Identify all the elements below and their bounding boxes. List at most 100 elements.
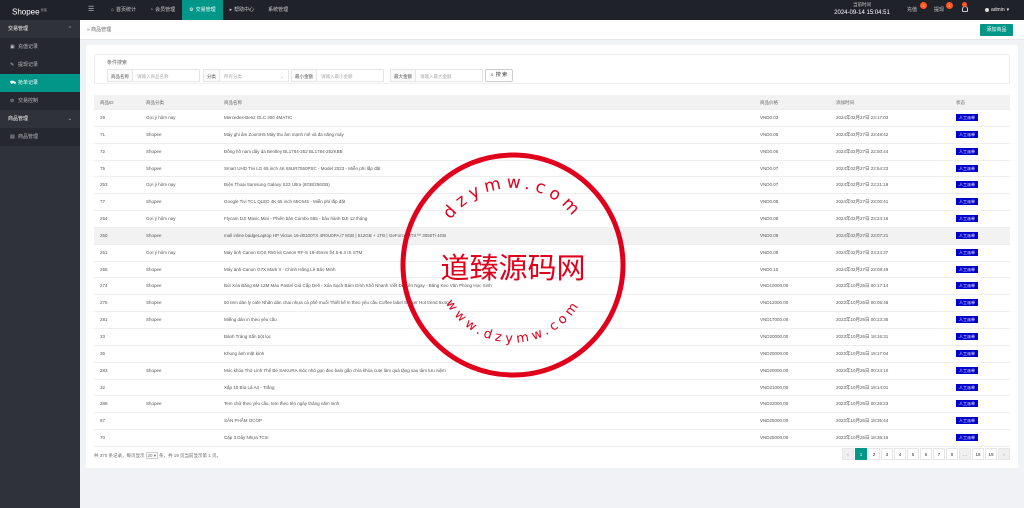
- page-button[interactable]: 8: [946, 448, 958, 460]
- page-size-select[interactable]: 20 ▾: [145, 452, 159, 459]
- table-cell: 77: [100, 199, 106, 205]
- table-row[interactable]: 33 Bánh Tráng Sắn bột lọc VND20000.00 2023年…: [94, 329, 1010, 346]
- add-goods-button[interactable]: 添加商品: [980, 24, 1013, 36]
- table-cell: 253: [100, 182, 108, 188]
- topnav-label: 系统管理: [268, 7, 289, 13]
- status-cell: 人工派单: [956, 211, 1006, 227]
- table-cell: VND0.08: [760, 199, 779, 205]
- table-cell: 2023年10月26日 18:14:01: [836, 384, 889, 390]
- status-cell: 人工派单: [956, 312, 1006, 328]
- search-panel: 条件搜索 商品名称 请输入商品名称 分类 所有分类 ⌄ 最小金额 请输入最小金额 …: [94, 54, 1010, 84]
- max-amount-input[interactable]: 请输入最大金额: [415, 69, 483, 82]
- table-cell: 36: [100, 350, 106, 356]
- page-button[interactable]: 1: [855, 448, 867, 460]
- page-button[interactable]: 5: [907, 448, 919, 460]
- page-button[interactable]: 7: [933, 448, 945, 460]
- status-cell: 人工派单: [956, 413, 1006, 429]
- table-cell: VND0.09: [760, 232, 779, 238]
- table-row[interactable]: 254 Gợi ý hôm nay Flycam DJI Mavic Mini - …: [94, 211, 1010, 228]
- breadcrumb-label[interactable]: 商品管理: [91, 27, 111, 33]
- table-cell: Điện Thoại Samsung Galaxy S23 Ultra (8GB…: [224, 182, 330, 188]
- table-row[interactable]: 75 Shopee Smart UHD Tivi LG 65 inch 4K 65U…: [94, 161, 1010, 178]
- table-cell: 2024年02月27日 23:00:41: [836, 199, 889, 205]
- prev-page-button[interactable]: ‹: [842, 448, 854, 460]
- recharge-link[interactable]: 充值: [907, 0, 917, 20]
- table-cell: 2024年02月27日 23:17:03: [836, 115, 889, 120]
- column-header[interactable]: 商品ID: [100, 95, 140, 110]
- status-badge: 人工派单: [956, 332, 978, 340]
- table-cell: 71: [100, 131, 106, 137]
- sidebar-item-orders[interactable]: ⛟ 抢单记录: [0, 74, 80, 92]
- sidebar-group-goods[interactable]: 商品管理 ⌄: [0, 110, 80, 128]
- status-badge: 人工派单: [956, 181, 978, 189]
- page-button[interactable]: 4: [894, 448, 906, 460]
- status-badge: 人工派单: [956, 215, 978, 223]
- table-cell: VND20000.00: [760, 350, 789, 356]
- status-badge: 人工派单: [956, 248, 978, 256]
- table-cell: VND21000.00: [760, 384, 789, 390]
- table-cell: 2024年02月27日 22:50:44: [836, 148, 889, 154]
- table-cell: 2023年10月26日 00:24:10: [836, 367, 889, 373]
- table-row[interactable]: 283 Shopee Móc khóa Thỏ Linh Thể Bé SAKURA…: [94, 363, 1010, 380]
- page-button[interactable]: 18: [972, 448, 984, 460]
- sidebar-group-label: 交易管理: [8, 26, 29, 32]
- table-cell: VND25000.00: [760, 435, 789, 441]
- table-row[interactable]: 77 Shopee Google Tivi TCL QLED 4K 65 inch …: [94, 194, 1010, 212]
- name-label: 商品名称: [107, 69, 132, 82]
- sidebar-group-trade[interactable]: 交易管理 ⌃: [0, 20, 80, 38]
- table-cell: Gợi ý hôm nay: [146, 115, 176, 120]
- category-select[interactable]: 所有分类 ⌄: [219, 69, 289, 82]
- column-header[interactable]: 状态: [956, 95, 1006, 110]
- sidebar-item-withdraw[interactable]: ✎ 提现记录: [0, 56, 80, 74]
- control-icon: ⊘: [10, 98, 15, 104]
- topnav-trade[interactable]: ⚙ 交易管理: [182, 0, 223, 20]
- min-amount-input[interactable]: 请输入最小金额: [316, 69, 384, 82]
- column-header[interactable]: 添加时间: [836, 95, 946, 110]
- next-page-button[interactable]: ›: [998, 448, 1010, 460]
- status-cell: 人工派单: [956, 295, 1006, 311]
- search-button[interactable]: ⌕ 搜 索: [485, 69, 513, 82]
- topnav-members[interactable]: ◔ 会员管理: [143, 0, 182, 20]
- withdraw-link[interactable]: 提现: [934, 0, 944, 20]
- page-button[interactable]: 6: [920, 448, 932, 460]
- table-row[interactable]: 36 Khung ảnh mặt kính VND20000.00 2023年10月2…: [94, 346, 1010, 363]
- settings-icon: ⚙: [189, 7, 194, 13]
- user-menu[interactable]: admin ▾: [985, 0, 1009, 20]
- topnav-system[interactable]: 系统管理: [261, 0, 295, 20]
- sidebar-item-goods[interactable]: ▤ 商品管理: [0, 128, 80, 146]
- table-row[interactable]: 274 Shopee Bút Xóa Băng 6M 12M Màu Pastel …: [94, 278, 1010, 296]
- table-cell: 50 tem dán ly cafe Nhãn dán chai nhựa cà…: [224, 300, 452, 306]
- table-cell: 2024年02月27日 23:08:49: [836, 266, 889, 272]
- table-row[interactable]: 253 Gợi ý hôm nay Điện Thoại Samsung Galax…: [94, 177, 1010, 195]
- table-row[interactable]: 72 Shopee Đồng hồ nam dây da Bentley BL178…: [94, 144, 1010, 161]
- sidebar-item-control[interactable]: ⊘ 交易控制: [0, 92, 80, 110]
- table-row[interactable]: 276 Shopee 50 tem dán ly cafe Nhãn dán cha…: [94, 295, 1010, 313]
- page-button[interactable]: 2: [868, 448, 880, 460]
- table-row[interactable]: 281 Shopee Miếng dán in theo yêu cầu VND170…: [94, 312, 1010, 329]
- table-row[interactable]: 251 Gợi ý hôm nay Máy ảnh Canon EOS R50 ki…: [94, 245, 1010, 262]
- table-row[interactable]: 250 Shopee mall inline badgeLaptop HP Vict…: [94, 227, 1010, 245]
- name-input[interactable]: 请输入商品名称: [132, 69, 200, 82]
- table-row[interactable]: 67 SẢN PHẨM OCOP VND25000.00 2023年10月26日 18…: [94, 413, 1010, 431]
- page-button[interactable]: 3: [881, 448, 893, 460]
- topnav-home[interactable]: ⌂ 首页统计: [104, 0, 143, 20]
- table-row[interactable]: 71 Shopee Máy ghi âm ZoomH5 Máy thu âm mạn…: [94, 127, 1010, 144]
- status-cell: 人工派单: [956, 194, 1006, 210]
- topnav-help[interactable]: ▸ 帮助中心: [223, 0, 262, 20]
- page-button[interactable]: 19: [985, 448, 997, 460]
- table-row[interactable]: 70 Cặp 3 Dây Nhựa 7Cm VND25000.00 2023年10月2…: [94, 430, 1010, 447]
- column-header[interactable]: 商品价格: [760, 95, 830, 110]
- app-logo[interactable]: Shopee管理: [0, 0, 80, 20]
- table-cell: 2023年10月26日 18:35:44: [836, 418, 889, 424]
- menu-toggle-icon[interactable]: ☰: [88, 5, 94, 15]
- table-row[interactable]: 29 Gợi ý hôm nay Mercedes-Benz GLC 300 4MA…: [94, 110, 1010, 127]
- sidebar-item-label: 交易控制: [18, 98, 39, 104]
- table-row[interactable]: 32 Xấp 10 Bìa Lá A4 - Trắng VND21000.00 202…: [94, 380, 1010, 397]
- column-header[interactable]: 商品名称: [224, 95, 754, 110]
- table-cell: VND12000.00: [760, 300, 789, 306]
- column-header[interactable]: 商品分类: [146, 95, 216, 110]
- table-row[interactable]: 255 Shopee Máy ảnh Canon G7X Mark II - Chí…: [94, 262, 1010, 279]
- status-badge: 人工派单: [956, 164, 978, 172]
- table-row[interactable]: 286 Shopee Tem chữ theo yêu cầu, tem theo …: [94, 396, 1010, 414]
- sidebar-item-recharge[interactable]: ▣ 充值记录: [0, 38, 80, 56]
